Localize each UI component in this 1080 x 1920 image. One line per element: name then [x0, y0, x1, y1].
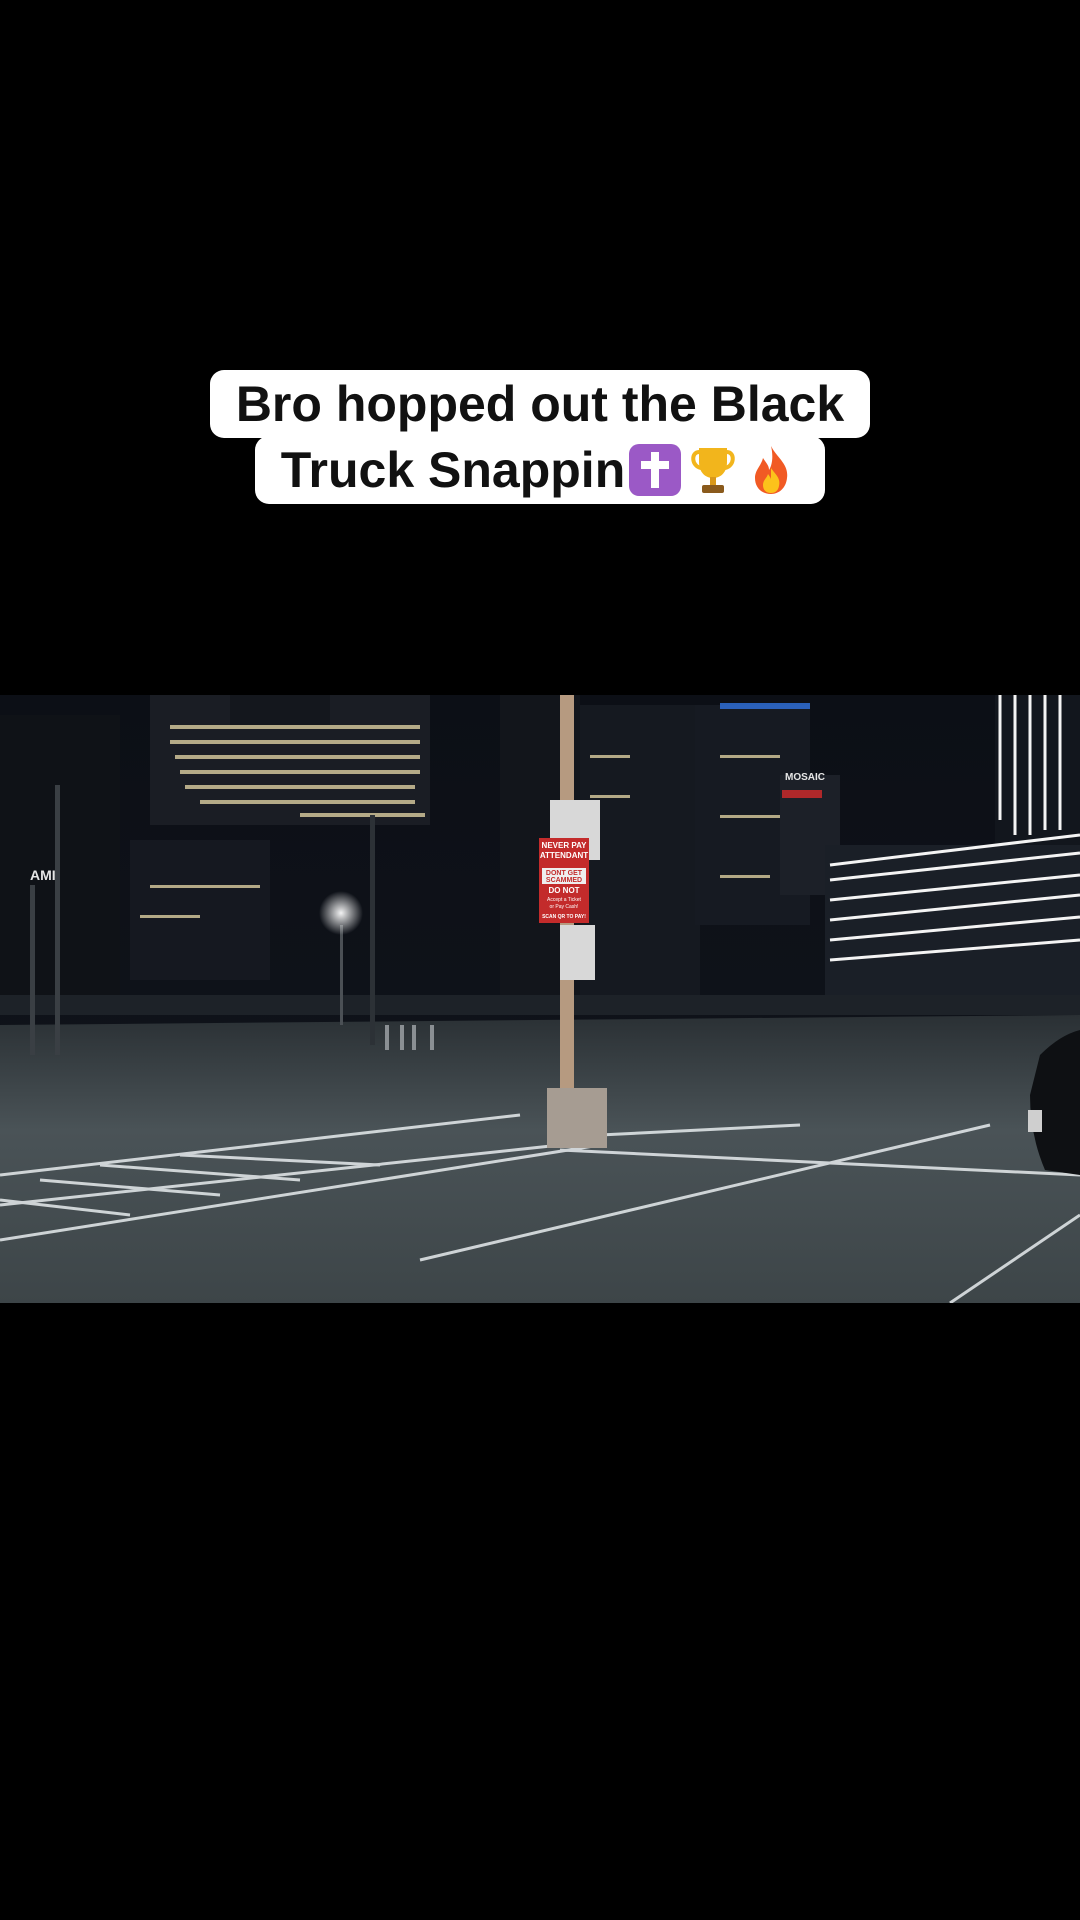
fire-emoji-icon	[755, 446, 788, 494]
sign-line-2: ATTENDANT	[540, 851, 588, 860]
sign-line-3: DONT GET	[546, 870, 583, 877]
sign-line-1: NEVER PAY	[542, 841, 588, 850]
caption-line-2-text: Truck Snappin	[280, 442, 626, 498]
parking-lot-surface	[0, 1015, 1080, 1303]
caption-line-2: Truck Snappin	[254, 436, 826, 504]
caption-overlay: Bro hopped out the Black Truck Snappin	[0, 370, 1080, 504]
pole-base	[547, 1088, 607, 1148]
sign-line-7: or Pay Cash!	[550, 904, 579, 910]
latin-cross-emoji-icon	[629, 444, 682, 496]
parking-lot-night-scene: MOSAIC AMI NEVER PAY ATTENDANT DONT GET …	[0, 695, 1080, 1303]
building-left-sign: AMI	[30, 867, 56, 883]
parking-warning-sign: NEVER PAY ATTENDANT DONT GET SCAMMED DO …	[539, 838, 589, 923]
sign-line-4: SCAMMED	[546, 877, 582, 884]
sign-line-6: Accept a Ticket	[547, 897, 582, 903]
trophy-emoji-icon	[691, 448, 735, 493]
video-frame[interactable]: MOSAIC AMI NEVER PAY ATTENDANT DONT GET …	[0, 695, 1080, 1303]
sign-line-5: DO NOT	[548, 886, 579, 895]
street-lamp	[319, 891, 363, 935]
sign-line-8: SCAN QR TO PAY!	[542, 914, 586, 920]
building-right-sign: MOSAIC	[785, 772, 825, 783]
caption-line-1: Bro hopped out the Black	[209, 370, 871, 438]
